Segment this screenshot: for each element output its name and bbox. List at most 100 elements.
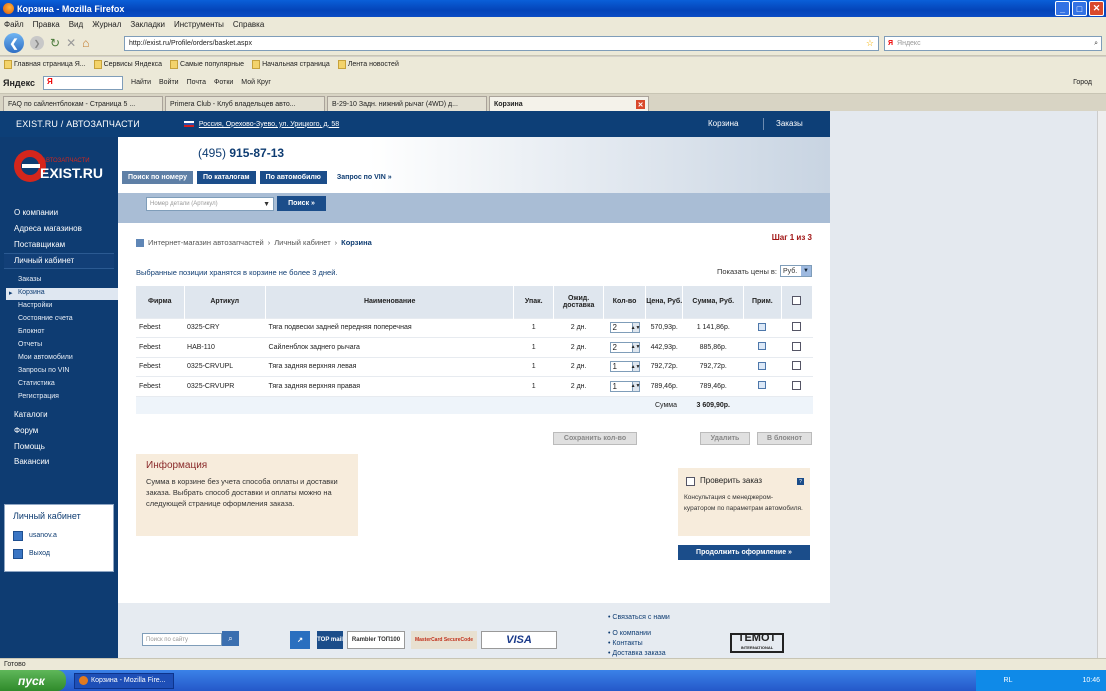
sidebar-sub-settings[interactable]: Настройки	[18, 302, 52, 309]
tab-close-icon[interactable]: ✕	[636, 100, 645, 109]
search-go-icon[interactable]: ⌕	[1094, 40, 1098, 48]
search-box[interactable]: Я Яндекс ⌕	[884, 36, 1102, 51]
cart-link[interactable]: Корзина	[708, 119, 738, 128]
yandex-mail-button[interactable]: Почта	[187, 79, 206, 86]
spinner-icon[interactable]: ▲▼	[631, 342, 640, 352]
bookmark-item[interactable]: Самые популярные	[169, 60, 244, 69]
breadcrumb-shop[interactable]: Интернет-магазин автозапчастей	[148, 238, 264, 247]
forward-button[interactable]: ❯	[30, 36, 44, 50]
site-search-input[interactable]: Поиск по сайту	[142, 633, 222, 646]
site-brand[interactable]: EXIST.RU / АВТОЗАПЧАСТИ	[0, 119, 140, 129]
sidebar-item-forum[interactable]: Форум	[14, 426, 38, 435]
note-edit-icon[interactable]	[758, 322, 767, 331]
sidebar-sub-orders[interactable]: Заказы	[18, 276, 41, 283]
address-bar[interactable]: http://exist.ru/Profile/orders/basket.as…	[124, 36, 879, 51]
bookmark-item[interactable]: Начальная страница	[252, 60, 330, 69]
tab-search-vin[interactable]: Запрос по VIN »	[331, 171, 398, 184]
row-checkbox[interactable]	[792, 322, 802, 332]
row-article[interactable]: 0325-CRVUPL	[184, 356, 266, 377]
yandex-city[interactable]: Город	[1073, 79, 1092, 86]
delete-button[interactable]: Удалить	[700, 432, 750, 445]
tab-b2910[interactable]: B-29-10 Задн. нижний рычаг (4WD) д...	[327, 96, 487, 111]
part-number-select[interactable]: Номер детали (Артикул) ▼	[146, 197, 274, 211]
part-search-button[interactable]: Поиск »	[277, 196, 326, 211]
sidebar-sub-notebook[interactable]: Блокнот	[18, 328, 44, 335]
footer-link-contact[interactable]: • Связаться с нами	[608, 613, 670, 623]
sidebar-sub-account[interactable]: Состояние счета	[18, 315, 73, 322]
row-checkbox[interactable]	[792, 341, 802, 351]
tab-search-car[interactable]: По автомобилю	[259, 171, 327, 184]
sidebar-item-about[interactable]: О компании	[14, 208, 58, 217]
row-checkbox[interactable]	[792, 361, 802, 371]
sidebar-sub-cart[interactable]: Корзина	[18, 289, 45, 296]
sidebar-sub-register[interactable]: Регистрация	[18, 393, 59, 400]
menu-edit[interactable]: Правка	[33, 20, 60, 29]
bookmark-star-icon[interactable]: ☆	[866, 38, 874, 49]
site-location[interactable]: Россия, Орехово-Зуево, ул. Урицкого, д. …	[183, 121, 339, 128]
site-search-icon[interactable]: ⌕	[222, 631, 239, 646]
note-edit-icon[interactable]	[758, 381, 767, 390]
language-indicator[interactable]: RL	[1004, 677, 1013, 684]
bookmark-item[interactable]: Лента новостей	[337, 60, 399, 69]
orders-link[interactable]: Заказы	[776, 119, 803, 128]
bookmark-item[interactable]: Главная страница Я...	[4, 60, 86, 69]
quantity-stepper[interactable]: 2 ▲▼	[609, 341, 640, 353]
sidebar-item-cabinet[interactable]: Личный кабинет	[14, 256, 74, 265]
user-link[interactable]: usanov.a	[29, 532, 57, 539]
continue-button[interactable]: Продолжить оформление »	[678, 545, 810, 560]
taskbar-firefox[interactable]: Корзина - Mozilla Fire...	[74, 672, 174, 689]
tab-cart[interactable]: Корзина ✕	[489, 96, 649, 111]
menu-view[interactable]: Вид	[69, 20, 83, 29]
spinner-icon[interactable]: ▲▼	[631, 381, 640, 391]
notebook-button[interactable]: В блокнот	[757, 432, 812, 445]
tab-search-number[interactable]: Поиск по номеру	[122, 171, 193, 184]
row-checkbox[interactable]	[792, 380, 802, 390]
quantity-stepper[interactable]: 2 ▲▼	[609, 322, 640, 334]
close-button[interactable]: ✕	[1089, 1, 1104, 16]
sidebar-item-suppliers[interactable]: Поставщикам	[14, 240, 65, 249]
yandex-find-button[interactable]: Найти	[131, 79, 151, 86]
help-icon[interactable]: ?	[797, 478, 804, 485]
topmail-badge[interactable]: TOP mail	[317, 631, 343, 649]
sidebar-item-vacancies[interactable]: Вакансии	[14, 457, 49, 466]
row-article[interactable]: 0325-CRVUPR	[184, 376, 266, 396]
sidebar-item-addresses[interactable]: Адреса магазинов	[14, 224, 82, 233]
quantity-stepper[interactable]: 1 ▲▼	[609, 361, 640, 373]
yandex-logo[interactable]: Яндекс	[3, 78, 35, 88]
menu-tools[interactable]: Инструменты	[174, 20, 224, 29]
home-icon[interactable]: ⌂	[82, 36, 89, 50]
check-order-checkbox[interactable]	[686, 477, 695, 486]
sidebar-sub-stats[interactable]: Статистика	[18, 380, 55, 387]
menu-help[interactable]: Справка	[233, 20, 264, 29]
breadcrumb-cabinet[interactable]: Личный кабинет	[274, 238, 330, 247]
sidebar-sub-reports[interactable]: Отчеты	[18, 341, 42, 348]
sidebar-sub-cars[interactable]: Мои автомобили	[18, 354, 73, 361]
sidebar-sub-vin[interactable]: Запросы по VIN	[18, 367, 69, 374]
page-scrollbar[interactable]	[1097, 111, 1106, 658]
quantity-stepper[interactable]: 1 ▲▼	[609, 380, 640, 392]
maximize-button[interactable]: □	[1072, 1, 1087, 16]
sidebar-item-catalogs[interactable]: Каталоги	[14, 410, 48, 419]
tab-faq[interactable]: FAQ по сайлентблокам - Страница 5 ...	[3, 96, 163, 111]
minimize-button[interactable]: _	[1055, 1, 1070, 16]
logout-link[interactable]: Выход	[29, 550, 50, 557]
row-article[interactable]: HAB-110	[184, 337, 266, 357]
footer-link-contacts[interactable]: • Контакты	[608, 639, 670, 649]
exist-logo[interactable]: АВТОЗАПЧАСТИ EXIST.RU	[12, 142, 112, 190]
row-article[interactable]: 0325-CRY	[184, 317, 266, 338]
sidebar-item-help[interactable]: Помощь	[14, 442, 45, 451]
spinner-icon[interactable]: ▲▼	[631, 362, 640, 372]
menu-history[interactable]: Журнал	[92, 20, 121, 29]
save-qty-button[interactable]: Сохранить кол-во	[553, 432, 637, 445]
back-button[interactable]: ❮	[4, 33, 24, 53]
rambler-badge[interactable]: Rambler ТОП100	[347, 631, 405, 649]
stop-icon[interactable]: ✕	[66, 36, 76, 50]
yandex-search-input[interactable]: Я	[43, 75, 124, 90]
yandex-login-button[interactable]: Войти	[159, 79, 179, 86]
arrow-badge-icon[interactable]: ↗	[290, 631, 310, 649]
currency-select[interactable]: Руб. ▼	[780, 265, 812, 277]
reload-icon[interactable]: ↻	[50, 36, 60, 50]
note-edit-icon[interactable]	[758, 342, 767, 351]
tab-search-catalog[interactable]: По каталогам	[196, 171, 256, 184]
start-button[interactable]: пуск	[0, 670, 66, 691]
